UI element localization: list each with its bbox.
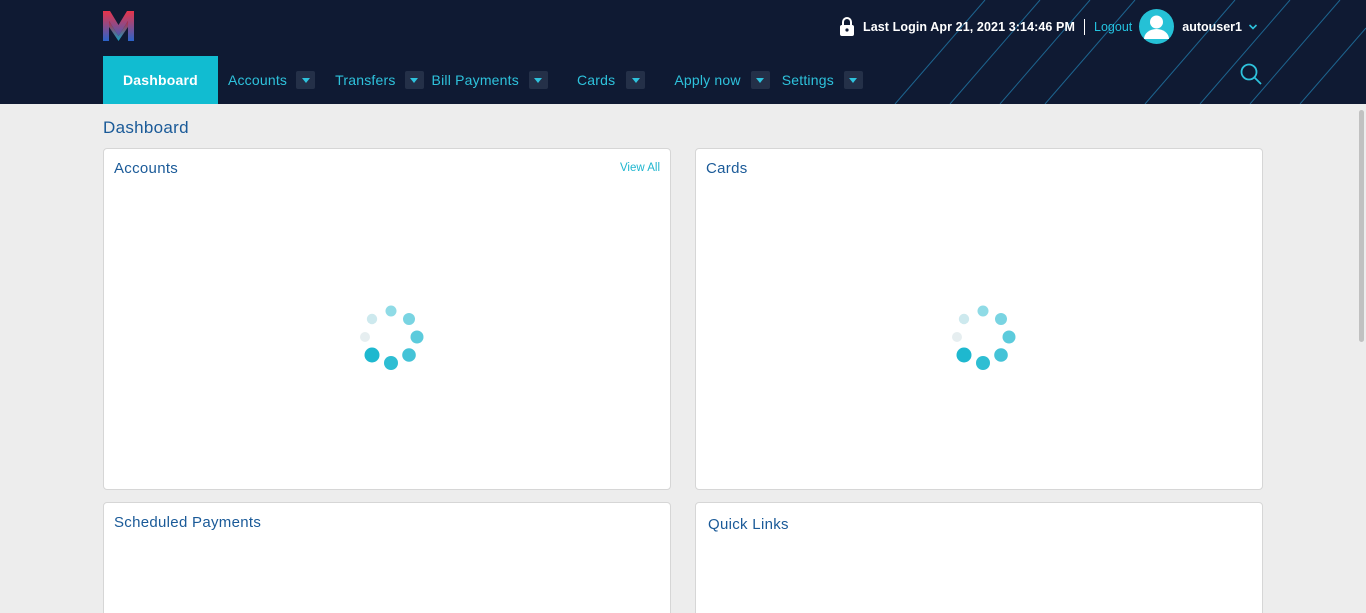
- page-scrollbar[interactable]: [1358, 104, 1366, 613]
- main-nav: Dashboard Accounts Transfers Bill Paymen…: [103, 56, 863, 104]
- accounts-panel: Accounts View All: [103, 148, 671, 490]
- divider: [1084, 18, 1086, 35]
- caret-down-icon[interactable]: [843, 71, 863, 89]
- nav-label: Accounts: [227, 72, 288, 88]
- panel-title: Quick Links: [708, 516, 789, 533]
- nav-label: Settings: [781, 72, 834, 88]
- nav-label: Dashboard: [123, 72, 198, 88]
- nav-settings[interactable]: Settings: [782, 56, 863, 104]
- top-header: Last Login Apr 21, 2021 3:14:46 PM Logou…: [0, 0, 1366, 104]
- chevron-down-icon[interactable]: [1248, 22, 1258, 32]
- nav-label: Transfers: [335, 72, 396, 88]
- caret-down-icon[interactable]: [296, 71, 316, 89]
- nav-apply-now[interactable]: Apply now: [674, 56, 770, 104]
- caret-down-icon[interactable]: [626, 71, 646, 89]
- cards-panel: Cards: [695, 148, 1263, 490]
- page-title: Dashboard: [103, 118, 189, 137]
- scheduled-payments-panel: Scheduled Payments: [103, 502, 671, 613]
- nav-accounts[interactable]: Accounts: [227, 56, 316, 104]
- loading-spinner-icon: [952, 305, 1016, 370]
- avatar[interactable]: [1139, 9, 1175, 44]
- nav-label: Bill Payments: [431, 72, 519, 88]
- username[interactable]: autouser1: [1182, 20, 1242, 34]
- nav-dashboard[interactable]: Dashboard: [103, 56, 218, 104]
- last-login-text: Last Login Apr 21, 2021 3:14:46 PM: [862, 19, 1076, 34]
- panel-title: Accounts: [114, 160, 179, 177]
- panel-title: Cards: [706, 160, 748, 177]
- caret-down-icon[interactable]: [404, 71, 424, 89]
- nav-label: Cards: [576, 72, 616, 88]
- quick-links-panel: Quick Links: [695, 502, 1263, 613]
- brand-logo[interactable]: [103, 11, 134, 41]
- loading-spinner-icon: [360, 305, 424, 370]
- lock-icon: [839, 16, 854, 36]
- logout-link[interactable]: Logout: [1094, 20, 1132, 34]
- nav-label: Apply now: [674, 72, 741, 88]
- nav-bill-payments[interactable]: Bill Payments: [432, 56, 548, 104]
- panel-title: Scheduled Payments: [114, 514, 262, 531]
- caret-down-icon[interactable]: [528, 71, 548, 89]
- caret-down-icon[interactable]: [750, 71, 770, 89]
- user-icon: [1144, 15, 1170, 39]
- nav-cards[interactable]: Cards: [576, 56, 646, 104]
- view-all-link[interactable]: View All: [620, 162, 660, 174]
- nav-transfers[interactable]: Transfers: [335, 56, 424, 104]
- scrollbar-thumb[interactable]: [1359, 110, 1364, 342]
- search-icon[interactable]: [1239, 62, 1263, 86]
- user-bar: Last Login Apr 21, 2021 3:14:46 PM Logou…: [839, 9, 1258, 44]
